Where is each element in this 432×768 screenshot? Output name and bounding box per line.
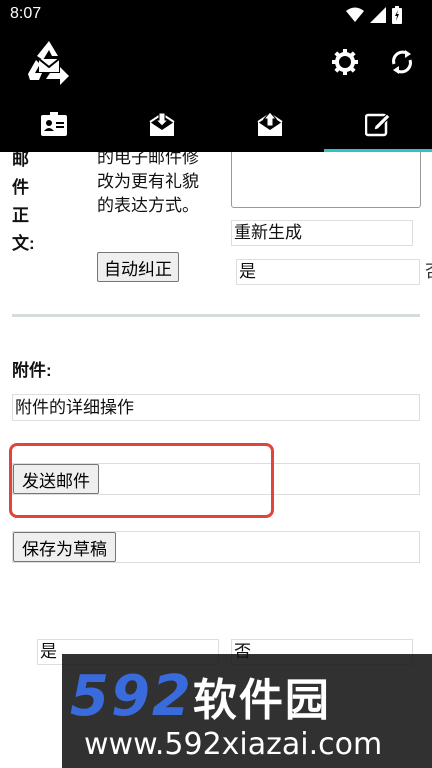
- outbox-upload-icon: [257, 111, 283, 141]
- tab-outbox[interactable]: [216, 100, 324, 152]
- watermark-logo: 592软件园: [70, 664, 331, 729]
- tab-contacts[interactable]: [0, 100, 108, 152]
- attachment-label: 附件:: [12, 361, 52, 380]
- status-bar: 8:07: [0, 0, 432, 30]
- section-divider: [12, 314, 420, 317]
- regenerate-field[interactable]: 重新生成: [231, 220, 413, 246]
- site-watermark: 592软件园 www.592xiazai.com: [62, 654, 432, 768]
- tab-bar: [0, 100, 432, 152]
- highlight-box: [9, 443, 274, 518]
- auto-correct-button[interactable]: 自动纠正: [97, 252, 179, 282]
- app-bar: [0, 30, 432, 100]
- status-icons: [346, 6, 402, 28]
- watermark-url: www.592xiazai.com: [84, 727, 383, 762]
- tab-compose[interactable]: [324, 100, 432, 152]
- wifi-icon: [346, 7, 364, 27]
- body-label: 邮件正文:: [12, 152, 35, 253]
- watermark-brand-name: 软件园: [192, 675, 331, 726]
- tab-inbox[interactable]: [108, 100, 216, 152]
- status-time: 8:07: [10, 5, 42, 22]
- settings-gear-icon[interactable]: [331, 48, 359, 80]
- compose-edit-icon: [364, 111, 391, 141]
- battery-icon: [392, 6, 402, 28]
- body-description: 的电子邮件修改为更有礼貌的表达方式。: [97, 152, 199, 215]
- save-draft-button[interactable]: 保存为草稿: [13, 532, 116, 562]
- attachment-detail-field[interactable]: 附件的详细操作: [12, 394, 420, 421]
- refresh-sync-icon[interactable]: [388, 48, 416, 80]
- body-textarea[interactable]: [231, 152, 421, 208]
- draft-row: 保存为草稿: [12, 531, 420, 563]
- yes-field[interactable]: 是: [236, 259, 420, 285]
- signal-icon: [370, 7, 386, 27]
- contact-card-icon: [41, 112, 67, 140]
- recycle-mail-logo-icon: [24, 38, 74, 92]
- watermark-number: 592: [70, 664, 193, 729]
- inbox-download-icon: [149, 111, 175, 141]
- no-field-cut[interactable]: 否: [425, 259, 432, 285]
